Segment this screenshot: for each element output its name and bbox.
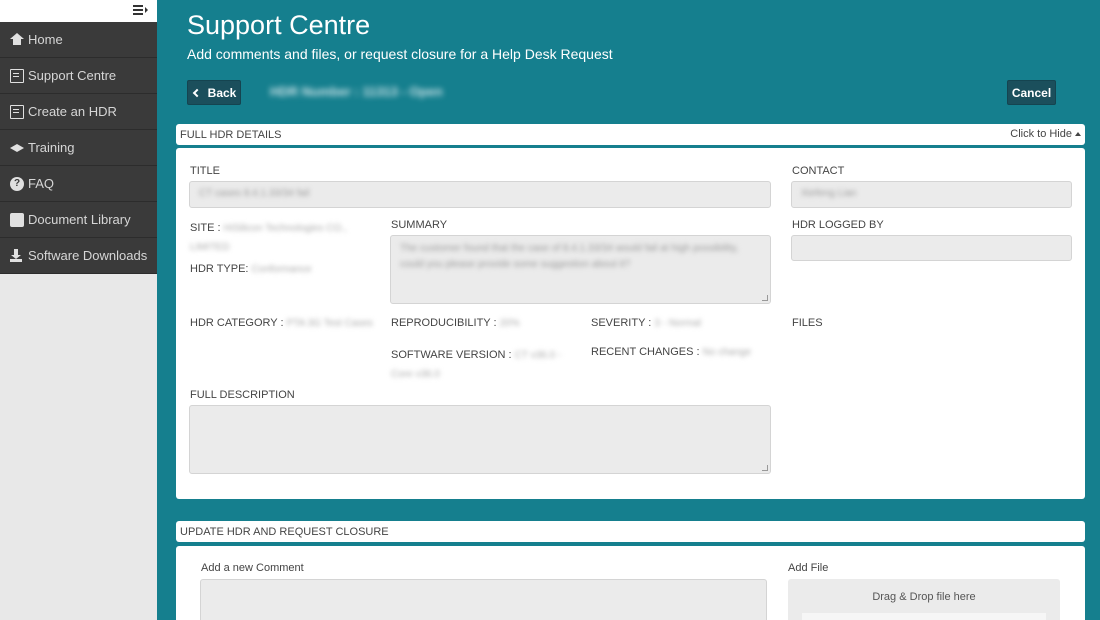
logged-by-label: HDR LOGGED BY (792, 219, 884, 231)
menu-toggle-icon[interactable] (133, 3, 149, 17)
sidebar-item-home[interactable]: Home (0, 22, 157, 58)
sidebar: Home Support Centre Create an HDR Traini… (0, 0, 157, 620)
site-info: SITE : HiSilicon Technologies CO., LIMIT… (190, 219, 370, 257)
category-value: PTA 3G Test Cases (286, 318, 373, 329)
recent-changes-info: RECENT CHANGES : No change (591, 346, 751, 358)
severity-value: 3 - Normal (654, 318, 702, 329)
sidebar-item-label: Training (28, 140, 75, 155)
comment-label: Add a new Comment (201, 562, 304, 574)
title-field[interactable]: CT cases 8.4.1.33/34 fail (189, 181, 771, 208)
sidebar-item-document-library[interactable]: Document Library (0, 202, 157, 238)
create-document-icon (10, 104, 24, 119)
recent-changes-value: No change (702, 347, 752, 358)
details-panel-body: TITLE CT cases 8.4.1.33/34 fail CONTACT … (176, 148, 1085, 499)
category-label: HDR CATEGORY : (190, 317, 284, 329)
severity-info: SEVERITY : 3 - Normal (591, 317, 701, 329)
back-button[interactable]: Back (187, 80, 241, 105)
sidebar-item-label: Document Library (28, 212, 131, 227)
file-dropzone[interactable]: Drag & Drop file here (788, 579, 1060, 620)
chevron-left-icon (192, 88, 201, 97)
sidebar-item-support-centre[interactable]: Support Centre (0, 58, 157, 94)
sidebar-top (0, 0, 157, 22)
sidebar-item-label: Support Centre (28, 68, 117, 83)
summary-label: SUMMARY (391, 219, 448, 231)
sidebar-nav: Home Support Centre Create an HDR Traini… (0, 22, 157, 274)
box-icon (10, 212, 24, 227)
add-file-label: Add File (788, 562, 829, 574)
sidebar-item-training[interactable]: Training (0, 130, 157, 166)
sidebar-item-faq[interactable]: ? FAQ (0, 166, 157, 202)
hdr-type-info: HDR TYPE: Conformance (190, 263, 312, 275)
category-info: HDR CATEGORY : PTA 3G Test Cases (190, 317, 373, 329)
main-content: Support Centre Add comments and files, o… (157, 0, 1100, 620)
summary-textarea[interactable]: The customer found that the case of 8.4.… (390, 235, 771, 304)
document-icon (10, 68, 24, 83)
contact-label: CONTACT (792, 165, 845, 177)
reproducibility-label: REPRODUCIBILITY : (391, 317, 497, 329)
click-to-hide-toggle[interactable]: Click to Hide (1010, 128, 1081, 140)
toggle-label: Click to Hide (1010, 128, 1072, 140)
hdr-number: HDR Number : 11313 - Open (270, 84, 443, 99)
sidebar-item-label: Home (28, 32, 63, 47)
update-header-label: UPDATE HDR AND REQUEST CLOSURE (180, 525, 389, 538)
question-circle-icon: ? (10, 176, 24, 191)
full-description-label: FULL DESCRIPTION (190, 389, 295, 401)
recent-changes-label: RECENT CHANGES : (591, 346, 700, 358)
reproducibility-info: REPRODUCIBILITY : 20% (391, 317, 520, 329)
files-label: FILES (792, 317, 823, 329)
hdr-type-value: Conformance (251, 264, 312, 275)
cancel-button[interactable]: Cancel (1007, 80, 1056, 105)
page-title: Support Centre (187, 10, 371, 40)
page-subtitle: Add comments and files, or request closu… (187, 46, 613, 62)
sidebar-item-create-hdr[interactable]: Create an HDR (0, 94, 157, 130)
title-label: TITLE (190, 165, 220, 177)
dropzone-text: Drag & Drop file here (872, 591, 976, 603)
title-value: CT cases 8.4.1.33/34 fail (199, 188, 310, 199)
reproducibility-value: 20% (499, 318, 520, 329)
details-panel-header: FULL HDR DETAILS Click to Hide (176, 124, 1085, 145)
full-description-textarea[interactable] (189, 405, 771, 474)
sidebar-item-label: Create an HDR (28, 104, 117, 119)
update-panel-header: UPDATE HDR AND REQUEST CLOSURE (176, 521, 1085, 542)
software-version-info: SOFTWARE VERSION : CT v36.0 - Core v36.0 (391, 346, 581, 384)
back-button-label: Back (207, 85, 237, 100)
graduation-cap-icon (10, 141, 24, 155)
dropzone-inner (802, 613, 1046, 620)
contact-field[interactable]: Xiefeng Lian (791, 181, 1072, 208)
severity-label: SEVERITY : (591, 317, 652, 329)
hdr-type-label: HDR TYPE: (190, 263, 249, 275)
comment-textarea[interactable] (200, 579, 767, 620)
site-label: SITE : (190, 222, 221, 234)
resize-handle-icon[interactable] (762, 465, 768, 471)
summary-value: The customer found that the case of 8.4.… (400, 243, 739, 270)
logged-by-field[interactable] (791, 235, 1072, 261)
caret-up-icon (1075, 132, 1081, 136)
software-version-label: SOFTWARE VERSION : (391, 349, 512, 361)
sidebar-item-label: FAQ (28, 176, 55, 191)
sidebar-item-label: Software Downloads (28, 248, 148, 263)
home-icon (10, 32, 24, 47)
download-icon (10, 248, 24, 263)
contact-value: Xiefeng Lian (801, 188, 857, 199)
update-panel-body: Add a new Comment Add File Drag & Drop f… (176, 546, 1085, 620)
sidebar-item-software-downloads[interactable]: Software Downloads (0, 238, 157, 274)
details-header-label: FULL HDR DETAILS (180, 128, 282, 141)
resize-handle-icon[interactable] (762, 295, 768, 301)
